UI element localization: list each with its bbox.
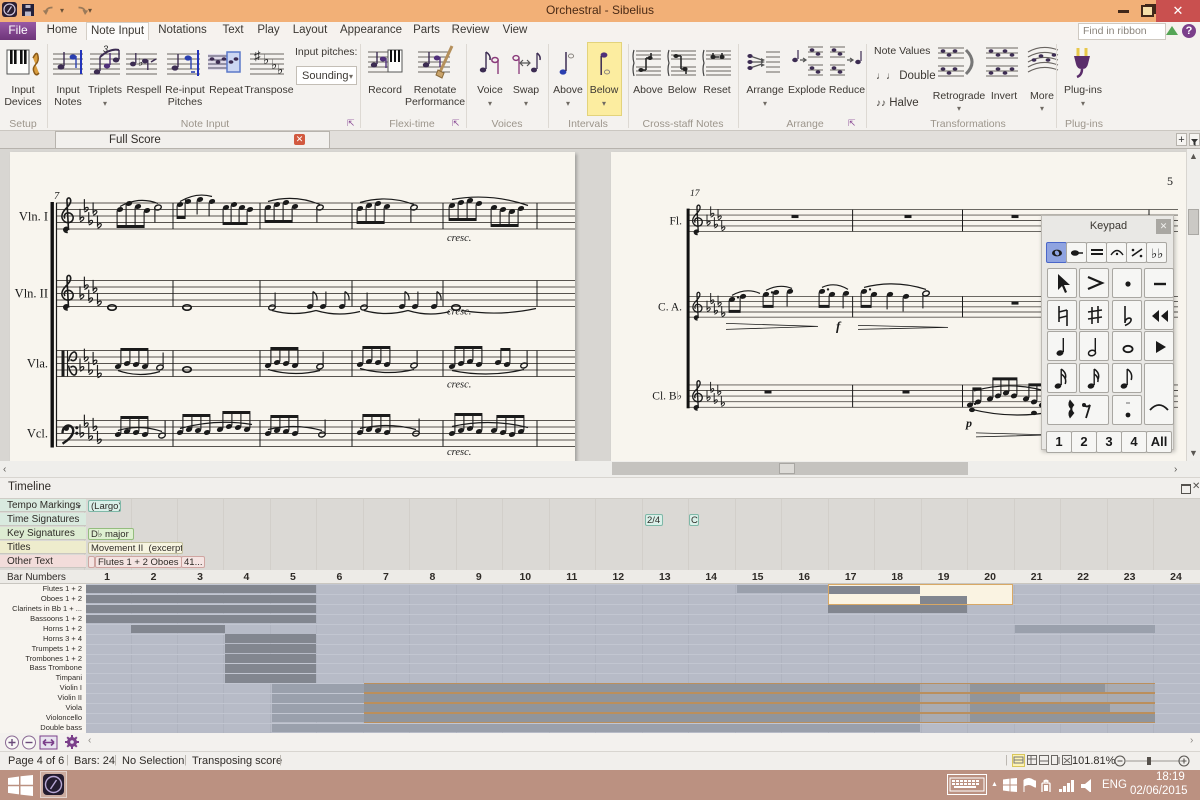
svg-text:Fl.: Fl. xyxy=(670,216,683,228)
svg-text:f: f xyxy=(836,318,842,333)
svg-text:♭: ♭ xyxy=(138,57,143,69)
svg-text:Cl. B♭: Cl. B♭ xyxy=(652,391,682,403)
svg-text:♭: ♭ xyxy=(263,52,269,67)
svg-text:5: 5 xyxy=(1167,174,1173,188)
svg-text:cresc.: cresc. xyxy=(447,307,471,318)
svg-text:♭: ♭ xyxy=(277,62,283,77)
svg-text:cresc.: cresc. xyxy=(447,233,471,244)
svg-text:Vln. I: Vln. I xyxy=(19,210,48,224)
svg-text:p: p xyxy=(965,416,972,430)
svg-text:♯: ♯ xyxy=(254,48,261,63)
svg-text:♭♭: ♭♭ xyxy=(1151,246,1163,261)
svg-text:Vln. II: Vln. II xyxy=(15,287,48,301)
svg-text:Vla.: Vla. xyxy=(27,357,48,371)
svg-text:C. A.: C. A. xyxy=(658,302,682,314)
svg-text:cresc.: cresc. xyxy=(447,380,471,391)
svg-text:17: 17 xyxy=(690,189,701,199)
svg-text:cresc.: cresc. xyxy=(447,447,471,458)
svg-text:7: 7 xyxy=(54,191,60,202)
svg-text:Vcl.: Vcl. xyxy=(27,427,48,441)
